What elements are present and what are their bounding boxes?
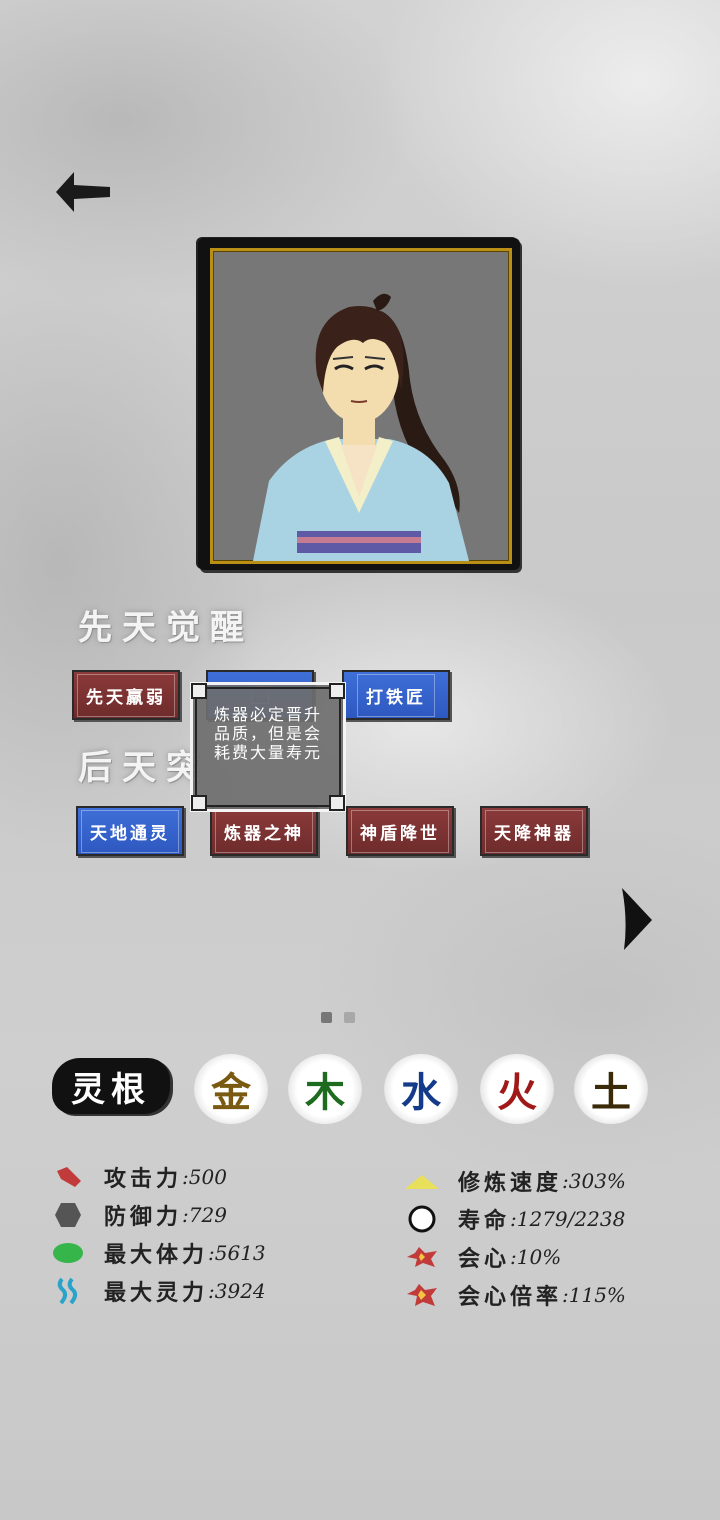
element-fire: 火 — [480, 1054, 554, 1124]
acquired-tag-2[interactable]: 炼器之神 — [210, 806, 318, 856]
stat-lifespan-value: :1279/2238 — [510, 1207, 626, 1231]
stat-crit: 会心 :10% — [402, 1240, 626, 1274]
crit-icon — [402, 1242, 442, 1272]
stat-attack: 攻击力 :500 — [48, 1160, 266, 1194]
lifespan-icon — [402, 1204, 442, 1234]
tooltip-corner — [191, 683, 207, 699]
tooltip-text: 炼器必定晋升品质，但是会耗费大量寿元 — [213, 705, 322, 762]
acquired-tag-1[interactable]: 天地通灵 — [76, 806, 184, 856]
acquired-tag-3[interactable]: 神盾降世 — [346, 806, 454, 856]
innate-tag-3-label: 打铁匠 — [357, 673, 435, 717]
character-portrait — [210, 248, 512, 564]
tooltip-corner — [329, 683, 345, 699]
stat-crit-multiplier-label: 会心倍率 — [458, 1284, 563, 1310]
element-metal: 金 — [194, 1054, 268, 1124]
stat-max-hp-label: 最大体力 — [104, 1242, 209, 1268]
spirit-root-label: 灵根 — [52, 1058, 170, 1114]
element-metal-char: 金 — [211, 1069, 251, 1116]
stat-defense-label: 防御力 — [104, 1204, 183, 1230]
stat-max-mana: 最大灵力 :3924 — [48, 1274, 266, 1308]
stat-cultivation-speed-value: :303% — [562, 1169, 626, 1193]
stat-crit-multiplier: 会心倍率 :115% — [402, 1278, 626, 1312]
attack-icon — [48, 1162, 88, 1192]
cultivation-speed-icon — [402, 1166, 442, 1196]
stat-max-hp-value: :5613 — [208, 1241, 266, 1265]
stat-max-mana-value: :3924 — [208, 1279, 266, 1303]
stats-left-column: 攻击力 :500 防御力 :729 最大体力 :5613 最大灵力 :3924 — [48, 1160, 266, 1308]
back-arrow-icon[interactable] — [52, 168, 114, 216]
next-page-arrow-icon[interactable] — [620, 886, 654, 952]
stat-crit-multiplier-value: :115% — [562, 1283, 626, 1307]
stat-lifespan-label: 寿命 — [458, 1208, 511, 1234]
element-wood: 木 — [288, 1054, 362, 1124]
element-fire-char: 火 — [497, 1069, 537, 1116]
tooltip-corner — [329, 795, 345, 811]
pager-dot-active[interactable] — [321, 1012, 332, 1023]
stat-lifespan: 寿命 :1279/2238 — [402, 1202, 626, 1236]
stat-crit-value: :10% — [510, 1245, 562, 1269]
stat-cultivation-speed-label: 修炼速度 — [458, 1170, 563, 1196]
acquired-tag-2-label: 炼器之神 — [215, 809, 313, 853]
character-portrait-frame — [198, 238, 520, 570]
stat-max-hp: 最大体力 :5613 — [48, 1236, 266, 1270]
mana-icon — [48, 1276, 88, 1306]
stat-attack-label: 攻击力 — [104, 1166, 183, 1192]
skill-tooltip: 炼器必定晋升品质，但是会耗费大量寿元 — [190, 682, 346, 812]
element-water-char: 水 — [401, 1069, 441, 1116]
innate-tag-1[interactable]: 先天羸弱 — [72, 670, 180, 720]
stat-defense: 防御力 :729 — [48, 1198, 266, 1232]
innate-tag-1-label: 先天羸弱 — [77, 673, 175, 717]
defense-icon — [48, 1200, 88, 1230]
element-wood-char: 木 — [305, 1069, 345, 1116]
stat-cultivation-speed: 修炼速度 :303% — [402, 1164, 626, 1198]
acquired-tag-3-label: 神盾降世 — [351, 809, 449, 853]
element-earth-char: 土 — [591, 1069, 631, 1116]
element-earth: 土 — [574, 1054, 648, 1124]
stat-crit-label: 会心 — [458, 1246, 511, 1272]
innate-awakening-heading: 先天觉醒 — [78, 608, 254, 648]
acquired-tag-4-label: 天降神器 — [485, 809, 583, 853]
element-water: 水 — [384, 1054, 458, 1124]
innate-tag-3[interactable]: 打铁匠 — [342, 670, 450, 720]
stats-right-column: 修炼速度 :303% 寿命 :1279/2238 会心 :10% 会心倍率 :1… — [402, 1164, 626, 1312]
stat-attack-value: :500 — [182, 1165, 227, 1189]
hp-icon — [48, 1238, 88, 1268]
acquired-tag-4[interactable]: 天降神器 — [480, 806, 588, 856]
tooltip-corner — [191, 795, 207, 811]
stat-max-mana-label: 最大灵力 — [104, 1280, 209, 1306]
crit-multiplier-icon — [402, 1280, 442, 1310]
pager-dot[interactable] — [344, 1012, 355, 1023]
stat-defense-value: :729 — [182, 1203, 227, 1227]
acquired-tag-1-label: 天地通灵 — [81, 809, 179, 853]
